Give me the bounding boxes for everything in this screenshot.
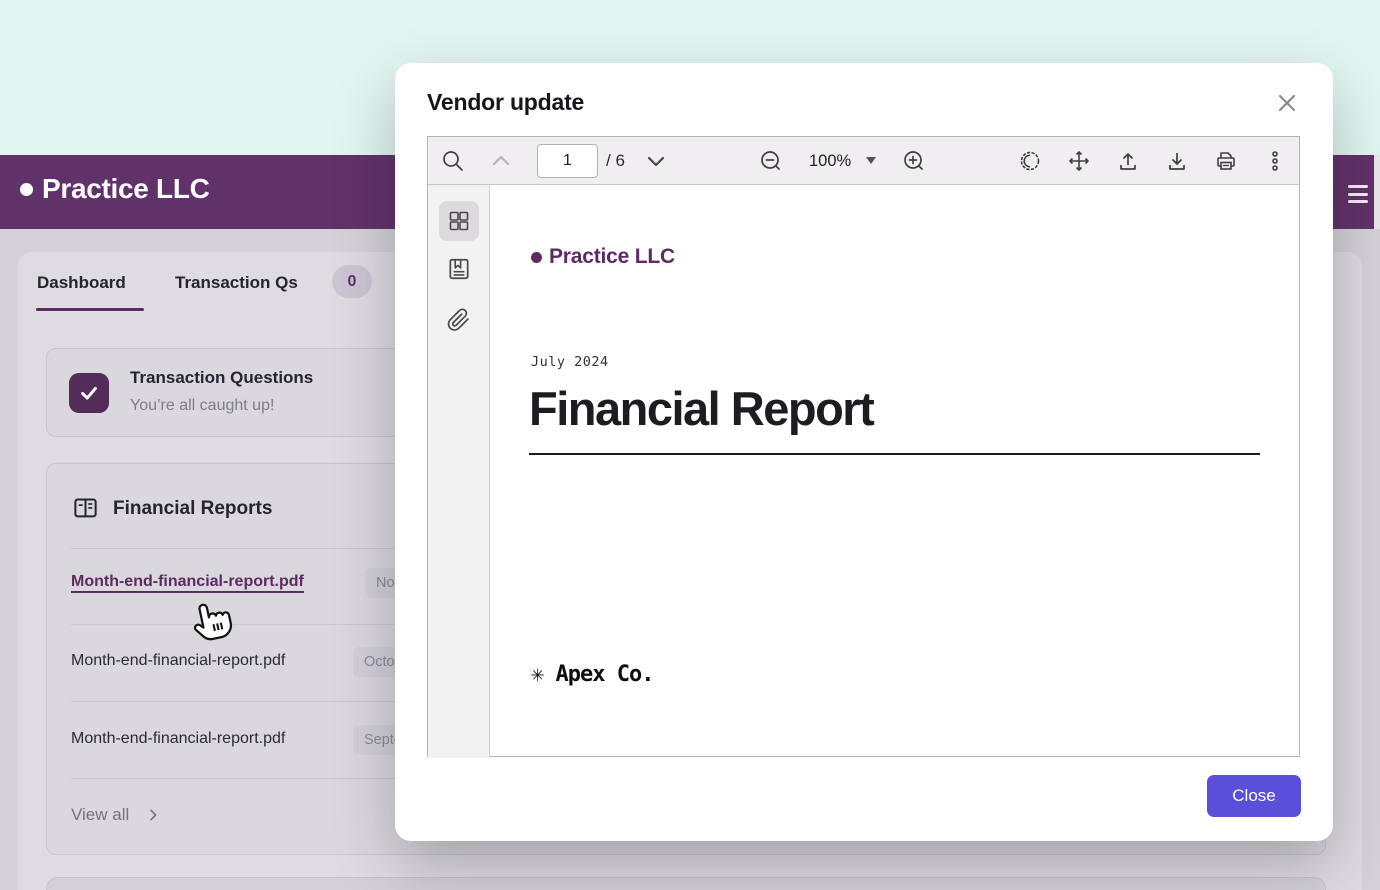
attachments-button[interactable] bbox=[439, 300, 479, 340]
thumbnails-grid-icon bbox=[447, 209, 471, 233]
apex-co-logo: ✳ Apex Co. bbox=[531, 662, 653, 687]
tab-transaction-qs[interactable]: Transaction Qs bbox=[175, 273, 298, 293]
close-button[interactable]: Close bbox=[1207, 775, 1301, 817]
active-tab-underline bbox=[36, 308, 144, 311]
brand-dot-icon bbox=[20, 183, 33, 196]
paperclip-icon bbox=[447, 308, 471, 332]
modal-title: Vendor update bbox=[427, 89, 584, 116]
pdf-toolbar: / 6 100% bbox=[428, 137, 1299, 185]
hamburger-menu-icon[interactable] bbox=[1348, 183, 1370, 205]
pdf-viewer: / 6 100% bbox=[427, 136, 1300, 757]
close-icon[interactable] bbox=[1275, 91, 1299, 115]
pan-move-icon[interactable] bbox=[1067, 149, 1091, 173]
thumbnails-view-button[interactable] bbox=[439, 201, 479, 241]
page-count-label: / 6 bbox=[606, 137, 625, 185]
next-section-card bbox=[46, 877, 1326, 890]
brand-logo: Practice LLC bbox=[20, 173, 210, 205]
checkmark-icon bbox=[69, 373, 109, 413]
screen: Practice LLC Dashboard Transaction Qs 0 … bbox=[0, 0, 1380, 890]
print-icon[interactable] bbox=[1214, 149, 1238, 173]
transaction-questions-title: Transaction Questions bbox=[130, 368, 313, 388]
next-page-icon[interactable] bbox=[644, 149, 668, 173]
financial-reports-title: Financial Reports bbox=[113, 498, 272, 520]
view-all-link[interactable]: View all bbox=[71, 805, 161, 825]
report-link-october[interactable]: Month-end-financial-report.pdf bbox=[71, 652, 285, 670]
report-link-september[interactable]: Month-end-financial-report.pdf bbox=[71, 730, 285, 748]
pdf-title: Financial Report bbox=[529, 381, 873, 436]
brand-name: Practice LLC bbox=[42, 173, 210, 205]
upload-icon[interactable] bbox=[1116, 149, 1140, 173]
page-number-input[interactable] bbox=[537, 144, 598, 178]
zoom-in-icon[interactable] bbox=[902, 149, 926, 173]
zoom-out-icon[interactable] bbox=[759, 149, 783, 173]
transaction-qs-count-badge: 0 bbox=[332, 265, 372, 298]
tab-dashboard[interactable]: Dashboard bbox=[37, 273, 126, 293]
zoom-dropdown-caret-icon[interactable] bbox=[866, 157, 876, 164]
previous-page-icon[interactable] bbox=[489, 149, 513, 173]
transaction-questions-subtitle: You’re all caught up! bbox=[130, 397, 274, 415]
download-icon[interactable] bbox=[1165, 149, 1189, 173]
pdf-brand-logo: Practice LLC bbox=[531, 245, 675, 269]
pdf-title-rule bbox=[529, 453, 1260, 455]
report-link-november[interactable]: Month-end-financial-report.pdf bbox=[71, 573, 304, 593]
document-outline-button[interactable] bbox=[439, 249, 479, 289]
appearance-icon[interactable] bbox=[1018, 149, 1042, 173]
chevron-right-icon bbox=[145, 807, 161, 823]
book-icon bbox=[72, 495, 99, 522]
pdf-page: Practice LLC July 2024 Financial Report … bbox=[491, 185, 1299, 756]
outline-bookmark-icon bbox=[446, 256, 472, 282]
pdf-sidebar bbox=[428, 185, 490, 758]
zoom-level-label[interactable]: 100% bbox=[809, 137, 851, 185]
more-options-kebab-icon[interactable] bbox=[1263, 149, 1287, 173]
pdf-brand-dot-icon bbox=[531, 252, 542, 263]
search-icon[interactable] bbox=[441, 149, 465, 173]
vendor-update-modal: Vendor update / 6 bbox=[395, 63, 1333, 841]
pdf-date: July 2024 bbox=[531, 354, 609, 370]
